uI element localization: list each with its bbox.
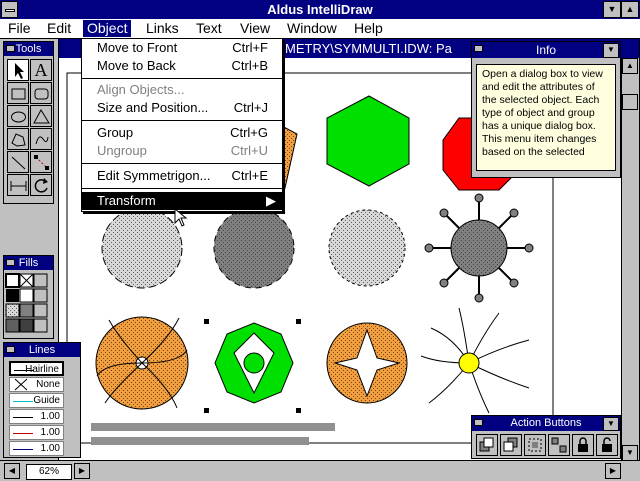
tools-palette: Tools A [3, 41, 54, 204]
app-title: Aldus IntelliDraw [267, 2, 373, 17]
menu-item-move-to-front[interactable]: Move to Front Ctrl+F [82, 39, 282, 57]
ellipse-tool-icon[interactable] [7, 105, 29, 127]
rotate-tool-icon[interactable] [30, 174, 52, 196]
polygon-tool-icon[interactable] [7, 128, 29, 150]
line-style-hairline[interactable]: Hairline [9, 361, 64, 376]
lines-palette: Lines Hairline None Guide 1.00 1.00 1.00 [3, 342, 81, 458]
menu-item-move-to-back[interactable]: Move to Back Ctrl+B [82, 57, 282, 75]
menu-item-group[interactable]: Group Ctrl+G [82, 124, 282, 142]
vertical-scrollbar[interactable]: ▲ ▼ [621, 58, 639, 461]
line-style-none[interactable]: None [9, 377, 64, 392]
menu-item-edit-symmetrigon[interactable]: Edit Symmetrigon... Ctrl+E [82, 167, 282, 185]
sun-shape [420, 307, 530, 414]
menu-edit[interactable]: Edit [43, 20, 75, 37]
scroll-up-arrow-icon[interactable]: ▲ [622, 58, 638, 74]
scroll-thumb[interactable] [622, 94, 638, 110]
minimize-icon[interactable]: ▼ [603, 1, 621, 18]
bring-forward-icon[interactable] [476, 434, 498, 456]
mouse-pointer-icon [174, 208, 188, 227]
menu-text[interactable]: Text [192, 20, 226, 37]
send-backward-icon[interactable] [500, 434, 522, 456]
lock-icon[interactable] [572, 434, 594, 456]
line-style-black[interactable]: 1.00 [9, 409, 64, 424]
maximize-icon[interactable]: ▲ [621, 1, 639, 18]
menu-object[interactable]: Object [83, 20, 132, 37]
gray-bar-2 [91, 437, 309, 445]
menu-window[interactable]: Window [283, 20, 341, 37]
app-title-bar: Aldus IntelliDraw ▼ ▲ [0, 0, 640, 19]
close-icon[interactable] [474, 45, 483, 52]
star-pattern-shape [326, 322, 408, 404]
menu-view[interactable]: View [236, 20, 274, 37]
sawblade-shape [328, 209, 406, 287]
scroll-right-arrow-icon[interactable]: ▶ [605, 463, 621, 479]
freehand-tool-icon[interactable] [30, 128, 52, 150]
gear-shape-1 [101, 207, 183, 289]
group-icon[interactable] [524, 434, 546, 456]
gray-bar-1 [91, 423, 335, 431]
arrow-tool-icon[interactable] [7, 59, 29, 81]
info-title: Info [535, 43, 556, 57]
connector-tool-icon[interactable] [30, 151, 52, 173]
triangle-tool-icon[interactable] [30, 105, 52, 127]
fills-palette: Fills [3, 255, 54, 339]
virus-shape [424, 193, 534, 303]
scroll-left-arrow-icon[interactable]: ◀ [4, 463, 20, 479]
horizontal-scrollbar[interactable]: ◀ 62% ▶ ▶ [0, 460, 640, 481]
fill-swatches[interactable] [4, 272, 53, 338]
close-icon[interactable] [6, 346, 15, 353]
gear-shape-2 [213, 207, 295, 289]
menu-links[interactable]: Links [142, 20, 183, 37]
menu-item-ungroup: Ungroup Ctrl+U [97, 143, 268, 158]
submenu-arrow-icon: ▶ [266, 193, 276, 208]
close-icon[interactable] [474, 419, 483, 426]
scroll-down-arrow-icon[interactable]: ▼ [622, 445, 638, 461]
info-panel: Info ▼ Open a dialog box to view and edi… [471, 41, 621, 178]
rectangle-tool-icon[interactable] [7, 82, 29, 104]
zoom-level[interactable]: 62% [26, 464, 72, 480]
action-buttons-palette: Action Buttons ▼ [471, 415, 621, 459]
kaleidoscope-shape [214, 322, 294, 404]
rounded-rect-tool-icon[interactable] [30, 82, 52, 104]
info-text: Open a dialog box to view and edit the a… [476, 64, 616, 171]
tools-palette-title-bar: Tools [4, 42, 53, 56]
info-dropdown-icon[interactable]: ▼ [603, 43, 619, 58]
line-style-red[interactable]: 1.00 [9, 425, 64, 440]
green-hexagon-shape [326, 95, 410, 187]
line-style-blue[interactable]: 1.00 [9, 441, 64, 456]
ungroup-icon[interactable] [548, 434, 570, 456]
dimension-tool-icon[interactable] [7, 174, 29, 196]
menu-help[interactable]: Help [350, 20, 387, 37]
object-menu: Move to Front Ctrl+F Move to Back Ctrl+B A… [81, 38, 283, 212]
close-icon[interactable] [6, 259, 15, 266]
swirl-shape [95, 316, 189, 410]
close-icon[interactable] [6, 45, 15, 52]
menu-file[interactable]: File [4, 20, 35, 37]
menu-bar: File Edit Object Links Text View Window … [0, 19, 640, 39]
zoom-arrow-icon[interactable]: ▶ [74, 463, 90, 479]
unlock-icon[interactable] [596, 434, 618, 456]
document-title: METRY\SYMMULTI.IDW: Pa [285, 41, 452, 56]
text-tool-icon[interactable]: A [30, 59, 52, 81]
line-tool-icon[interactable] [7, 151, 29, 173]
line-style-guide[interactable]: Guide [9, 393, 64, 408]
action-buttons-dropdown-icon[interactable]: ▼ [603, 417, 619, 431]
menu-item-align-objects: Align Objects... [97, 82, 185, 97]
menu-item-size-and-position[interactable]: Size and Position... Ctrl+J [82, 99, 282, 117]
